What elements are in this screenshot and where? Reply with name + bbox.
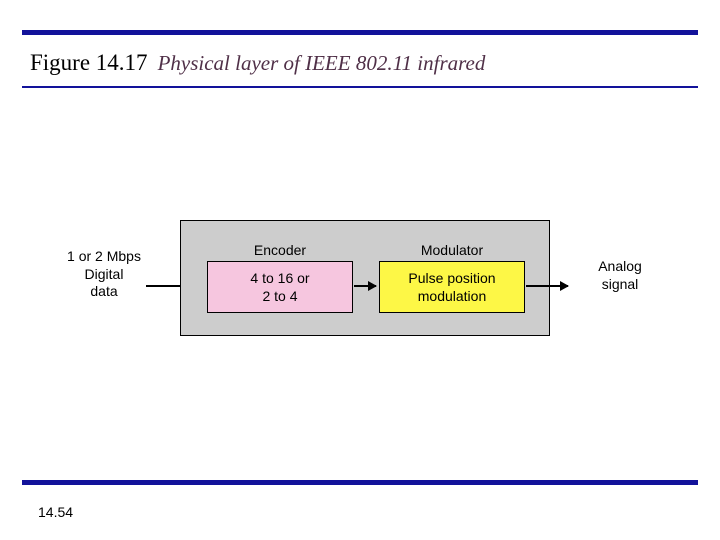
arrow-modulator-to-output [526, 285, 568, 287]
modulator-block: Modulator Pulse position modulation [379, 261, 525, 313]
modulator-line2: modulation [380, 288, 524, 306]
figure-caption: Physical layer of IEEE 802.11 infrared [158, 51, 486, 76]
input-label: 1 or 2 Mbps Digital data [56, 248, 152, 301]
output-type-2: signal [572, 276, 668, 294]
arrow-encoder-to-modulator [354, 285, 376, 287]
modulator-line1: Pulse position [380, 270, 524, 288]
modulator-header: Modulator [380, 242, 524, 260]
title-underline [22, 86, 698, 88]
input-type-2: data [56, 283, 152, 301]
input-rate: 1 or 2 Mbps [56, 248, 152, 266]
encoder-line2: 2 to 4 [208, 288, 352, 306]
figure-number: Figure 14.17 [30, 50, 148, 76]
processing-panel: Encoder 4 to 16 or 2 to 4 Modulator Puls… [180, 220, 550, 336]
output-label: Analog signal [572, 258, 668, 293]
title-row: Figure 14.17 Physical layer of IEEE 802.… [30, 50, 698, 76]
page-number: 14.54 [38, 504, 73, 520]
encoder-header: Encoder [208, 242, 352, 260]
output-type-1: Analog [572, 258, 668, 276]
diagram: 1 or 2 Mbps Digital data Encoder 4 to 16… [62, 220, 658, 352]
slide-page: Figure 14.17 Physical layer of IEEE 802.… [0, 0, 720, 540]
encoder-block: Encoder 4 to 16 or 2 to 4 [207, 261, 353, 313]
input-type-1: Digital [56, 266, 152, 284]
top-rule [22, 30, 698, 35]
bottom-rule [22, 480, 698, 485]
encoder-line1: 4 to 16 or [208, 270, 352, 288]
